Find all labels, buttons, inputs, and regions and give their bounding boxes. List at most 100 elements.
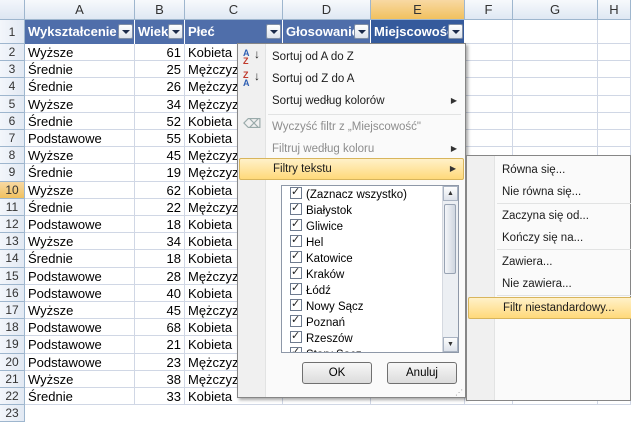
table-cell[interactable] [513,61,598,79]
table-cell[interactable]: Podstawowe [25,267,135,285]
text-filter-option[interactable]: Zawiera... [468,251,631,273]
row-header[interactable]: 12 [0,216,25,234]
list-scrollbar[interactable]: ▲ ▼ [442,186,458,352]
sort-az-item[interactable]: A Z ↓ Sortuj od A do Z [239,46,464,68]
checkbox-checked-icon[interactable] [290,264,302,280]
table-cell[interactable] [513,112,598,130]
value-checklist[interactable]: (Zaznacz wszystko) Białystok Gliwice Hel Kat… [281,185,459,353]
table-cell[interactable]: Podstawowe [25,336,135,354]
table-cell[interactable]: Podstawowe [25,130,135,148]
column-header-b[interactable]: B [135,0,185,20]
column-header-a[interactable]: A [25,0,135,20]
checkbox-checked-icon[interactable] [290,248,302,264]
checkbox-checked-icon[interactable] [290,216,302,232]
table-cell[interactable]: 55 [135,130,185,148]
text-filter-option[interactable]: Filtr niestandardowy... [468,297,631,319]
table-cell[interactable]: 38 [135,370,185,388]
filter-dropdown-button[interactable] [354,24,369,39]
table-cell[interactable]: Wyższe [25,147,135,165]
table-cell[interactable] [513,44,598,62]
row-header[interactable]: 20 [0,353,25,371]
row-header[interactable]: 15 [0,267,25,285]
table-cell[interactable] [465,61,513,79]
row-header[interactable]: 9 [0,164,25,182]
table-cell[interactable]: Średnie [25,164,135,182]
row-header[interactable]: 22 [0,388,25,406]
row-header[interactable]: 8 [0,147,25,165]
table-cell[interactable]: Średnie [25,198,135,216]
row-header[interactable]: 3 [0,61,25,79]
table-cell[interactable]: Podstawowe [25,353,135,371]
checkbox-checked-icon[interactable] [290,344,302,352]
checkbox-checked-icon[interactable] [290,296,302,312]
table-cell[interactable] [513,95,598,113]
table-cell[interactable] [465,95,513,113]
filter-dropdown-button[interactable] [118,24,133,39]
table-cell[interactable]: Średnie [25,61,135,79]
checkbox-checked-icon[interactable] [290,312,302,328]
row-header[interactable]: 7 [0,130,25,148]
row-header[interactable]: 19 [0,336,25,354]
ok-button[interactable]: OK [302,362,372,384]
table-cell[interactable] [598,112,631,130]
table-cell[interactable]: Podstawowe [25,216,135,234]
checkbox-checked-icon[interactable] [290,200,302,216]
row-header[interactable]: 10 [0,181,25,199]
table-cell[interactable] [465,112,513,130]
row-header[interactable]: 6 [0,112,25,130]
scroll-up-icon[interactable]: ▲ [443,186,458,201]
table-cell[interactable]: 40 [135,284,185,302]
row-header[interactable]: 4 [0,78,25,96]
column-header-g[interactable]: G [513,0,598,20]
table-cell[interactable]: Średnie [25,250,135,268]
table-cell[interactable]: 33 [135,388,185,406]
filter-dropdown-button[interactable] [266,24,281,39]
table-cell[interactable]: Wyższe [25,95,135,113]
table-cell[interactable]: 18 [135,250,185,268]
table-cell[interactable]: Średnie [25,112,135,130]
table-cell[interactable]: 23 [135,353,185,371]
table-cell[interactable]: 22 [135,198,185,216]
checkbox-checked-icon[interactable] [290,280,302,296]
checklist-item[interactable]: (Zaznacz wszystko) [290,186,407,203]
cancel-button[interactable]: Anuluj [387,362,457,384]
table-cell[interactable]: 25 [135,61,185,79]
row-header[interactable]: 11 [0,198,25,216]
checklist-item[interactable]: Stary Sącz [290,344,362,352]
table-cell[interactable]: 34 [135,95,185,113]
table-cell[interactable] [513,78,598,96]
table-cell[interactable]: Podstawowe [25,284,135,302]
scroll-thumb[interactable] [444,204,456,274]
table-cell[interactable]: Wyższe [25,302,135,320]
row-header[interactable]: 2 [0,44,25,62]
table-cell[interactable]: 45 [135,302,185,320]
text-filter-option[interactable]: Nie zawiera... [468,273,631,295]
empty-cell[interactable] [465,20,513,44]
table-cell[interactable]: 68 [135,319,185,337]
column-header-f[interactable]: F [465,0,513,20]
text-filter-option[interactable]: Zaczyna się od... [468,205,631,227]
table-cell[interactable] [598,95,631,113]
column-header-c[interactable]: C [185,0,283,20]
table-cell[interactable]: 34 [135,233,185,251]
sort-za-item[interactable]: Z A ↓ Sortuj od Z do A [239,68,464,90]
text-filter-option[interactable]: Równa się... [468,159,631,181]
table-cell[interactable]: 62 [135,181,185,199]
table-cell[interactable]: Podstawowe [25,319,135,337]
column-header-e[interactable]: E [371,0,465,20]
checkbox-checked-icon[interactable] [290,232,302,248]
table-cell[interactable] [598,130,631,148]
sort-by-color-item[interactable]: Sortuj według kolorów ▶ [239,90,464,112]
table-cell[interactable]: 28 [135,267,185,285]
table-cell[interactable]: Średnie [25,388,135,406]
row-header[interactable]: 18 [0,319,25,337]
table-cell[interactable]: 45 [135,147,185,165]
table-cell[interactable]: Wyższe [25,370,135,388]
table-cell[interactable]: Wyższe [25,44,135,62]
row-header[interactable]: 23 [0,405,25,422]
table-cell[interactable]: 18 [135,216,185,234]
empty-cell[interactable] [513,20,598,44]
empty-cell[interactable] [598,20,631,44]
checkbox-checked-icon[interactable] [290,186,302,200]
table-cell[interactable]: 21 [135,336,185,354]
